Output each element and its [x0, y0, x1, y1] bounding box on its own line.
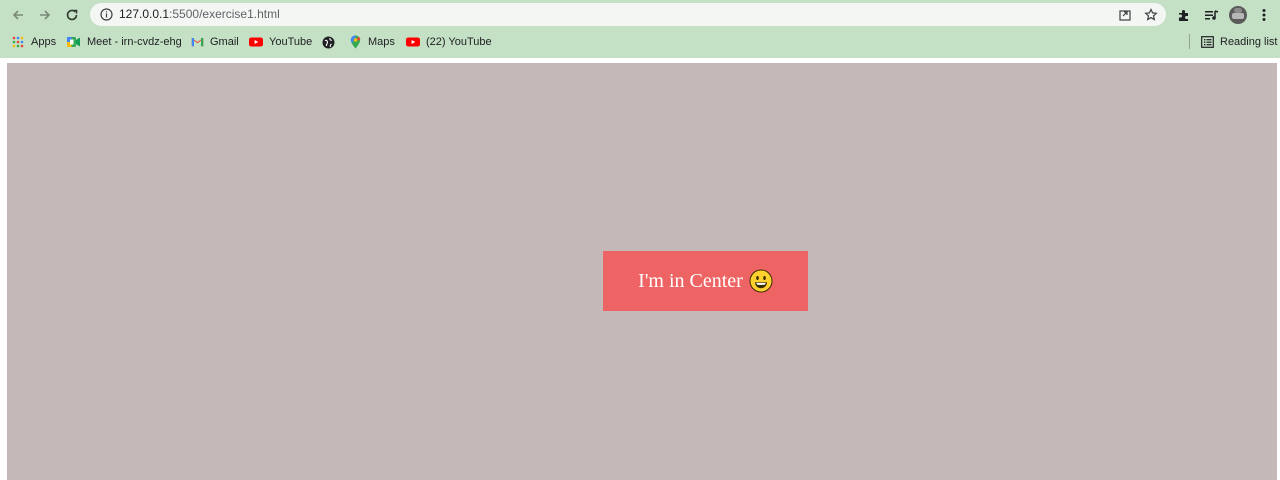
bookmark-label: YouTube	[269, 36, 313, 48]
reading-list-button[interactable]: Reading list	[1200, 34, 1277, 50]
back-button[interactable]	[7, 4, 29, 26]
bookmark-label: Apps	[31, 36, 57, 48]
smiling-face-icon	[749, 269, 773, 293]
center-box: I'm in Center	[603, 251, 808, 311]
google-meet-icon	[67, 35, 81, 49]
forward-button[interactable]	[34, 4, 56, 26]
media-control-button[interactable]	[1200, 4, 1222, 26]
browser-toolbar: 127.0.0.1:5500/exercise1.html	[0, 0, 1280, 29]
bookmark-gmail[interactable]: Gmail	[190, 34, 239, 50]
reload-icon	[66, 9, 78, 21]
bookmark-youtube[interactable]: YouTube	[249, 34, 312, 50]
url-path: :5500/exercise1.html	[169, 7, 280, 21]
google-maps-icon	[348, 35, 362, 49]
avatar	[1229, 6, 1247, 24]
star-icon	[1143, 7, 1158, 21]
url-host: 127.0.0.1	[119, 7, 170, 21]
puzzle-piece-icon	[1179, 10, 1188, 21]
globe-icon	[321, 35, 335, 49]
reading-list-icon	[1200, 35, 1214, 49]
url-text: 127.0.0.1:5500/exercise1.html	[119, 7, 280, 22]
arrow-left-icon	[12, 10, 23, 20]
apps-grid-icon	[11, 35, 25, 49]
site-info-icon[interactable]	[99, 7, 114, 22]
extensions-button[interactable]	[1173, 4, 1195, 26]
address-bar[interactable]: 127.0.0.1:5500/exercise1.html	[90, 3, 1166, 26]
center-box-text: I'm in Center	[638, 269, 743, 292]
bookmark-youtube-22[interactable]: (22) YouTube	[406, 34, 492, 50]
bookmark-meet[interactable]: Meet - irn-cvdz-ehg	[67, 34, 182, 50]
bookmark-globe[interactable]	[321, 34, 335, 50]
share-button[interactable]	[1116, 6, 1133, 23]
bookmark-label: Maps	[368, 36, 395, 48]
menu-button[interactable]	[1253, 4, 1275, 26]
bookmark-label: (22) YouTube	[426, 36, 492, 48]
gmail-icon	[190, 35, 204, 49]
bookmark-apps[interactable]: Apps	[11, 34, 56, 50]
bookmark-label: Gmail	[210, 36, 239, 48]
bookmark-maps[interactable]: Maps	[348, 34, 395, 50]
youtube-icon	[406, 35, 420, 49]
bookmark-star-button[interactable]	[1142, 6, 1159, 23]
reading-list-label: Reading list	[1220, 36, 1278, 48]
youtube-icon	[249, 35, 263, 49]
page-viewport: I'm in Center	[7, 63, 1277, 480]
reload-button[interactable]	[61, 4, 83, 26]
arrow-right-icon	[40, 10, 51, 20]
bookmark-label: Meet - irn-cvdz-ehg	[87, 36, 182, 48]
profile-button[interactable]	[1227, 4, 1249, 26]
share-icon	[1118, 9, 1131, 21]
bookmarks-divider	[1189, 34, 1190, 49]
bookmarks-bar: Apps Meet - irn-cvdz-ehg Gmail YouTube M…	[0, 30, 1280, 54]
playlist-icon	[1204, 10, 1218, 20]
more-vert-icon	[1262, 9, 1266, 21]
browser-chrome: 127.0.0.1:5500/exercise1.html Apps Meet …	[0, 0, 1280, 58]
